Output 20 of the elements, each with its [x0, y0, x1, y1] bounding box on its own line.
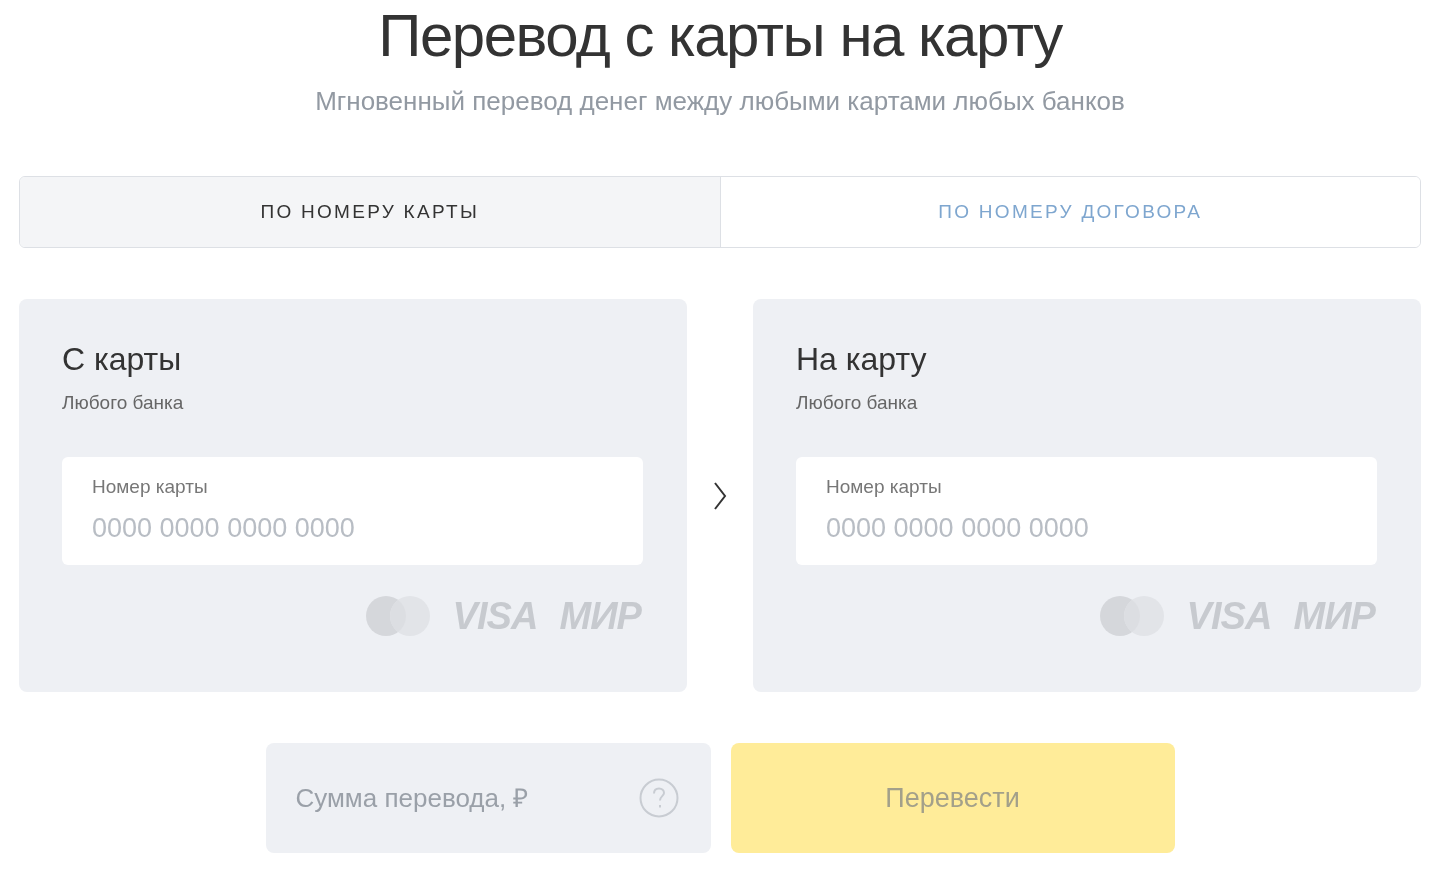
- card-title: С карты: [62, 343, 182, 375]
- field-label: Номер карты: [92, 477, 208, 496]
- card-subtitle: Любого банка: [62, 393, 184, 412]
- card-title: На карту: [796, 343, 927, 375]
- field-label: Номер карты: [826, 477, 942, 496]
- tab[interactable]: ПО НОМЕРУ КАРТЫ: [20, 177, 720, 247]
- amount-input[interactable]: Сумма перевода, ₽: [295, 778, 639, 818]
- page-title: Перевод с карты на карту: [378, 6, 1062, 66]
- chevron-right-icon: [713, 480, 727, 511]
- card-number-field[interactable]: Номер карты 0000 0000 0000 0000: [796, 457, 1377, 565]
- help-icon[interactable]: [638, 778, 679, 818]
- two-circles-logo-icon: [364, 595, 431, 637]
- amount-field[interactable]: Сумма перевода, ₽: [265, 743, 711, 853]
- card-number-input[interactable]: 0000 0000 0000 0000: [826, 508, 1347, 549]
- tab[interactable]: ПО НОМЕРУ ДОГОВОРА: [719, 177, 1420, 247]
- card-subtitle: Любого банка: [796, 393, 918, 412]
- two-circles-logo-icon: [1098, 595, 1165, 637]
- page-subtitle: Мгновенный перевод денег между любыми картами любых банков: [315, 88, 1125, 114]
- card-number-input[interactable]: 0000 0000 0000 0000: [92, 508, 613, 549]
- card-number-field[interactable]: Номер карты 0000 0000 0000 0000: [62, 457, 643, 565]
